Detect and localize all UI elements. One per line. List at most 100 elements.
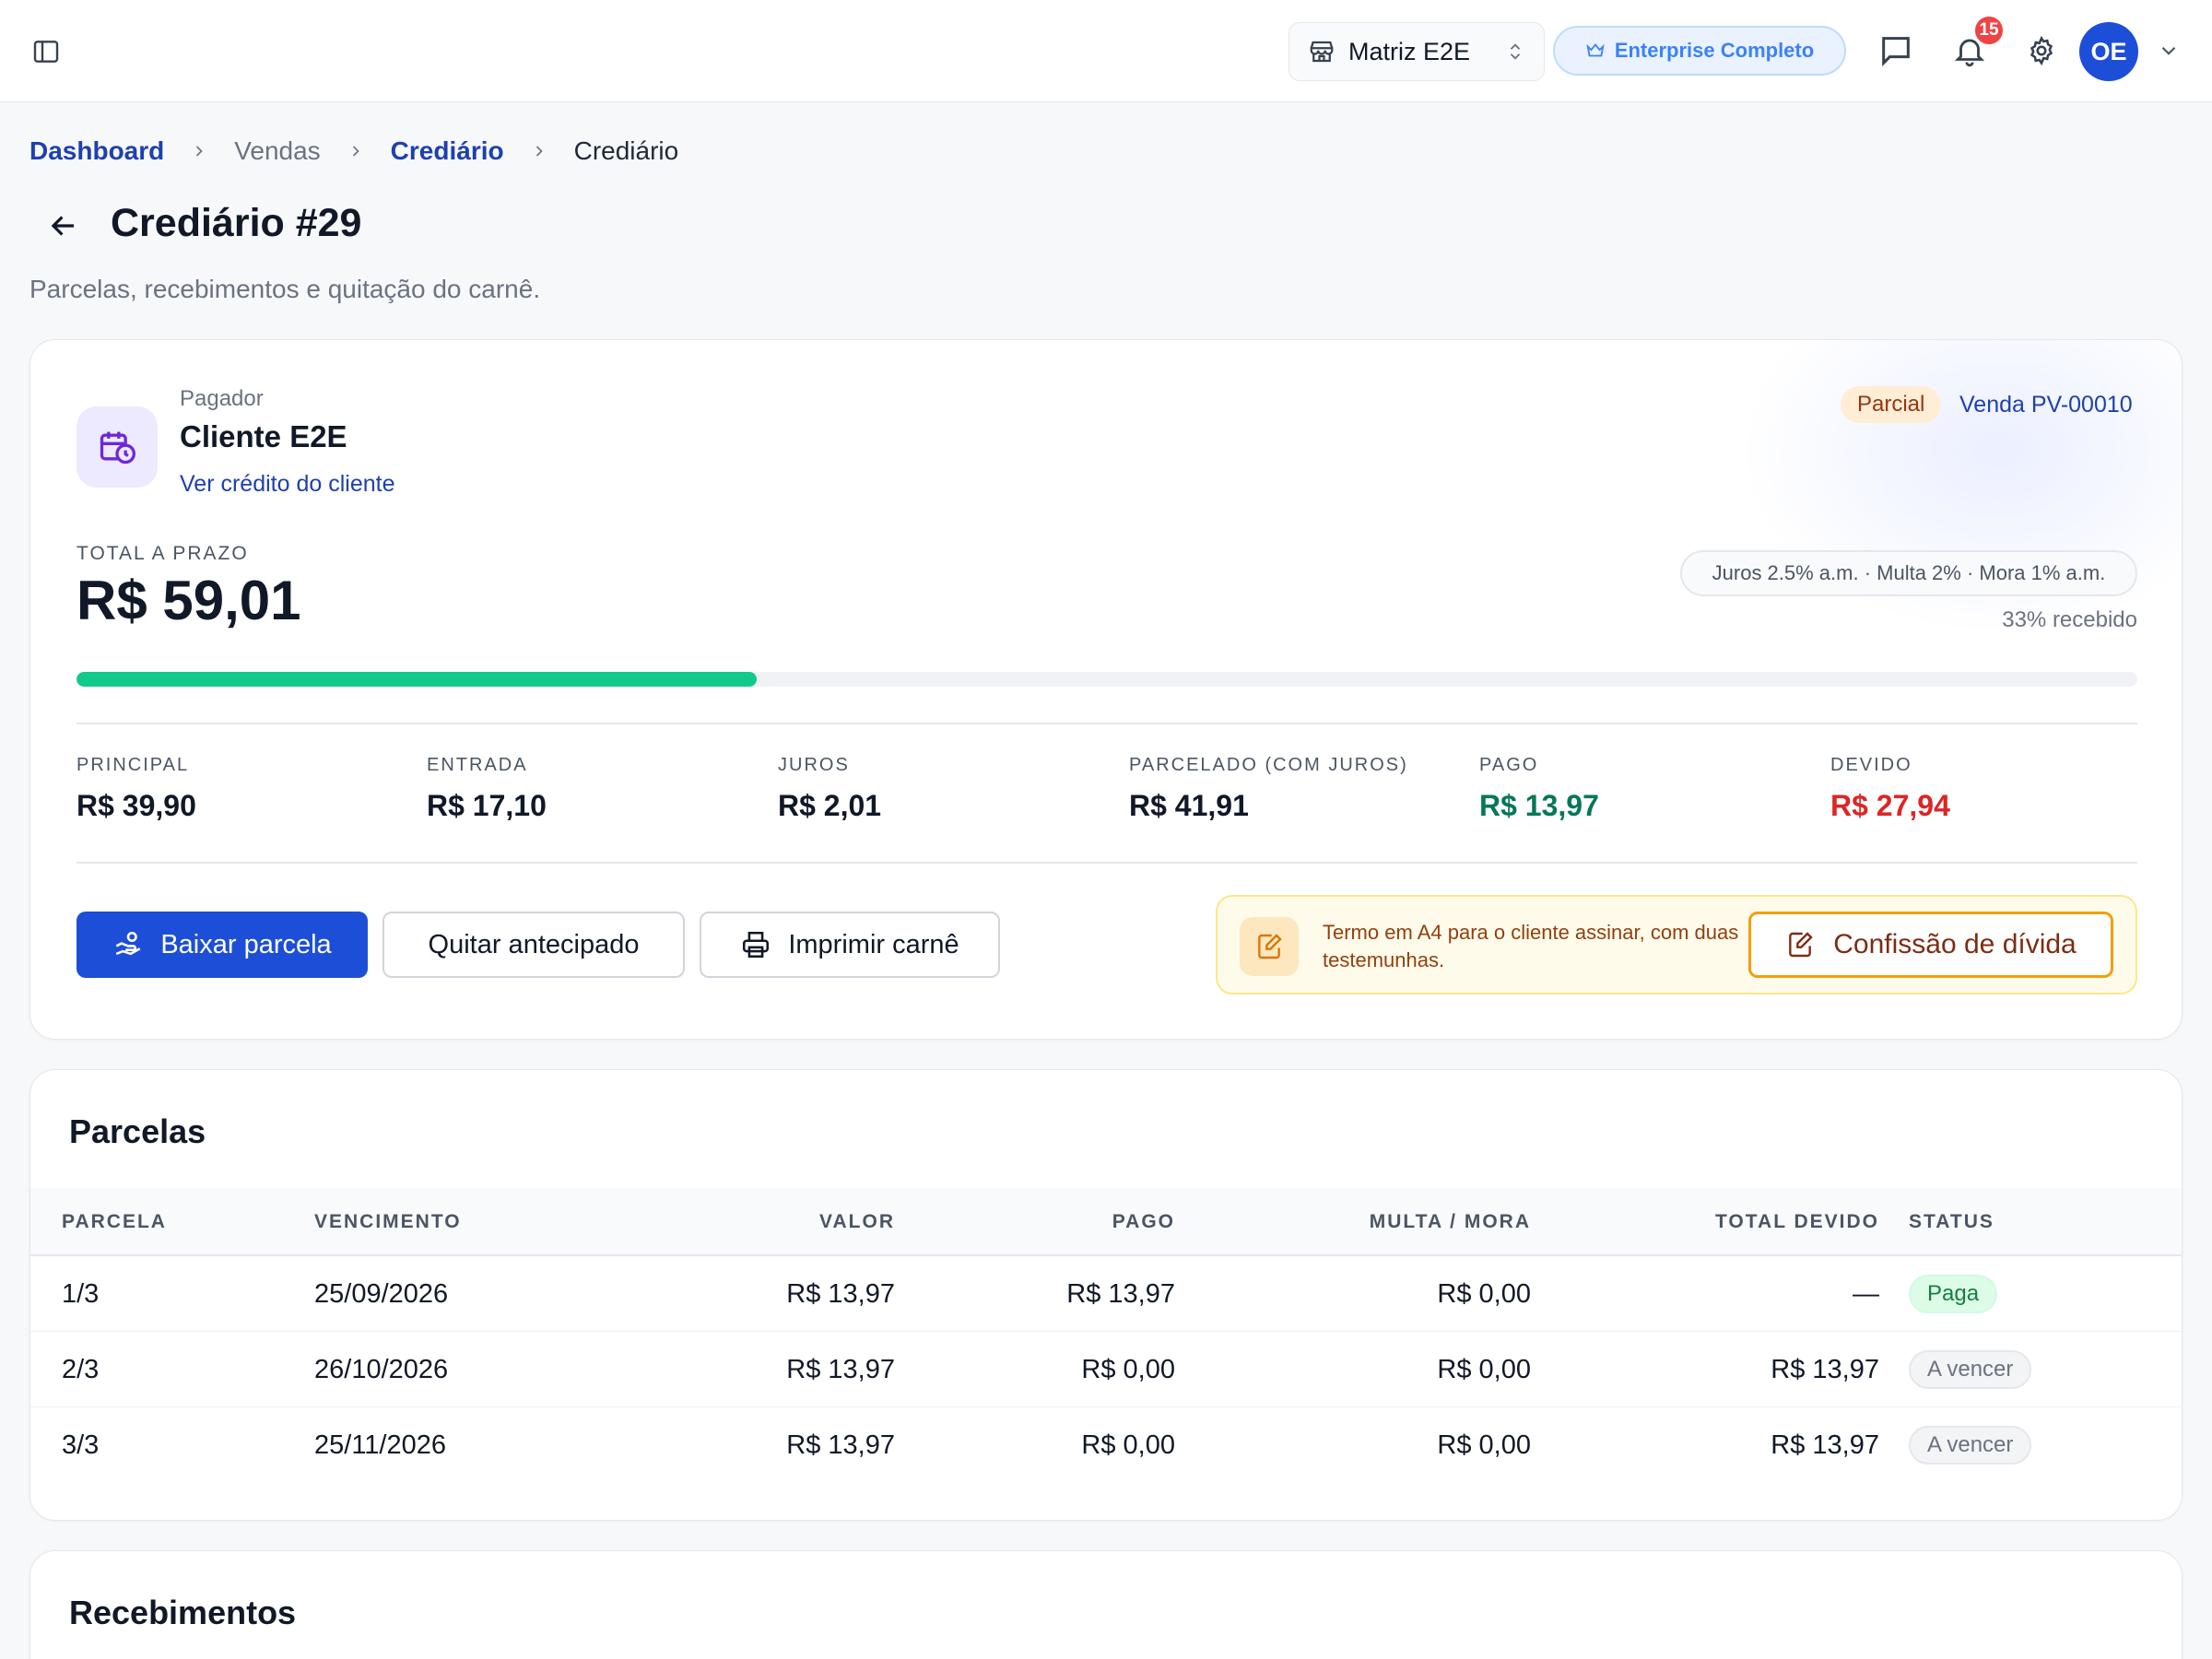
cell-valor: R$ 13,97 xyxy=(786,1354,895,1384)
stat-label: PRINCIPAL xyxy=(76,755,190,775)
cell-multa: R$ 0,00 xyxy=(1437,1278,1531,1309)
page-title: Crediário #29 xyxy=(111,201,362,245)
cell-parcela: 3/3 xyxy=(62,1430,100,1460)
cell-vencimento: 25/11/2026 xyxy=(314,1430,446,1460)
breadcrumb-current: Crediário xyxy=(573,136,679,165)
stat-value: R$ 17,10 xyxy=(427,789,547,822)
table-row[interactable]: 2/3 26/10/2026 R$ 13,97 R$ 0,00 R$ 0,00 … xyxy=(30,1332,2182,1407)
cell-status: A vencer xyxy=(1909,1407,2032,1483)
early-payoff-button[interactable]: Quitar antecipado xyxy=(382,912,685,978)
breadcrumb-dashboard[interactable]: Dashboard xyxy=(29,136,164,166)
gear-icon[interactable] xyxy=(2022,31,2061,70)
cell-total: R$ 13,97 xyxy=(1771,1430,1879,1460)
stat-label: PARCELADO (COM JUROS) xyxy=(1129,755,1408,775)
pay-installment-label: Baixar parcela xyxy=(160,929,332,959)
received-percentage: 33% recebido xyxy=(2002,607,2137,632)
stat-label: DEVIDO xyxy=(1830,755,1912,775)
stat-value: R$ 2,01 xyxy=(778,789,882,822)
installments-title: Parcelas xyxy=(69,1112,206,1150)
receipts-card: Recebimentos xyxy=(29,1550,2183,1659)
cell-vencimento: 25/09/2026 xyxy=(314,1278,449,1309)
store-selector[interactable]: Matriz E2E xyxy=(1288,22,1545,81)
print-booklet-button[interactable]: Imprimir carnê xyxy=(700,912,1000,978)
cell-parcela: 1/3 xyxy=(62,1278,100,1309)
table-row[interactable]: 1/3 25/09/2026 R$ 13,97 R$ 13,97 R$ 0,00… xyxy=(30,1256,2182,1332)
notification-count-badge: 15 xyxy=(1972,14,2006,47)
page-subtitle: Parcelas, recebimentos e quitação do car… xyxy=(29,275,541,303)
cell-pago: R$ 13,97 xyxy=(1066,1278,1175,1309)
stat-pago: PAGO R$ 13,97 xyxy=(1479,755,1599,823)
plan-label: Enterprise Completo xyxy=(1614,39,1815,62)
cell-parcela: 2/3 xyxy=(62,1354,100,1384)
crown-icon xyxy=(1585,41,1606,61)
arrow-left-icon[interactable] xyxy=(46,208,81,243)
chevron-right-icon xyxy=(347,142,365,160)
debt-description: Termo em A4 para o cliente assinar, com … xyxy=(1323,921,1739,971)
stat-value: R$ 39,90 xyxy=(76,789,196,822)
top-bar: Matriz E2E Enterprise Completo 15 OE xyxy=(0,0,2212,102)
cell-valor: R$ 13,97 xyxy=(786,1278,895,1309)
status-badge: Paga xyxy=(1909,1275,1998,1313)
status-badge: A vencer xyxy=(1909,1350,2032,1389)
stat-label: PAGO xyxy=(1479,755,1539,775)
store-name: Matriz E2E xyxy=(1348,37,1471,65)
printer-icon xyxy=(740,929,771,960)
stat-label: JUROS xyxy=(778,755,850,775)
column-header-multa: MULTA / MORA xyxy=(1369,1211,1531,1232)
divider xyxy=(76,862,2137,864)
avatar[interactable]: OE xyxy=(2079,22,2138,81)
cell-status: A vencer xyxy=(1909,1332,2032,1407)
table-row[interactable]: 3/3 25/11/2026 R$ 13,97 R$ 0,00 R$ 0,00 … xyxy=(30,1407,2182,1483)
plan-badge[interactable]: Enterprise Completo xyxy=(1553,26,1846,76)
status-badge: A vencer xyxy=(1909,1426,2032,1465)
stat-parcelado: PARCELADO (COM JUROS) R$ 41,91 xyxy=(1129,755,1408,823)
debt-confession-label: Confissão de dívida xyxy=(1833,929,2077,959)
chevron-right-icon xyxy=(530,142,548,160)
chevron-right-icon xyxy=(190,142,208,160)
summary-card: Pagador Cliente E2E Ver crédito do clien… xyxy=(29,339,2183,1040)
cell-multa: R$ 0,00 xyxy=(1437,1354,1531,1384)
receipts-title: Recebimentos xyxy=(69,1594,297,1631)
column-header-parcela: PARCELA xyxy=(62,1211,167,1232)
status-badge: Parcial xyxy=(1841,386,1942,423)
document-edit-icon xyxy=(1785,930,1815,959)
cell-vencimento: 26/10/2026 xyxy=(314,1354,449,1384)
total-value: R$ 59,01 xyxy=(76,570,301,631)
stat-juros: JUROS R$ 2,01 xyxy=(778,755,881,823)
debt-confession-button[interactable]: Confissão de dívida xyxy=(1748,912,2113,978)
divider xyxy=(76,723,2137,724)
table-header: PARCELA VENCIMENTO VALOR PAGO MULTA / MO… xyxy=(30,1188,2182,1256)
column-header-valor: VALOR xyxy=(819,1211,895,1232)
debt-confession-box: Termo em A4 para o cliente assinar, com … xyxy=(1216,895,2137,994)
chevron-down-icon[interactable] xyxy=(2157,39,2181,63)
rates-pill: Juros 2.5% a.m. · Multa 2% · Mora 1% a.m… xyxy=(1680,550,2137,596)
chat-icon[interactable] xyxy=(1877,31,1915,70)
view-customer-credit-link[interactable]: Ver crédito do cliente xyxy=(180,471,394,498)
column-header-vencimento: VENCIMENTO xyxy=(314,1211,462,1232)
hand-coins-icon xyxy=(112,929,144,960)
print-booklet-label: Imprimir carnê xyxy=(788,929,959,959)
cell-total: R$ 13,97 xyxy=(1771,1354,1879,1384)
stat-value: R$ 13,97 xyxy=(1479,789,1599,822)
cell-valor: R$ 13,97 xyxy=(786,1430,895,1460)
stat-entrada: ENTRADA R$ 17,10 xyxy=(427,755,547,823)
column-header-status: STATUS xyxy=(1909,1211,1994,1232)
payer-name: Cliente E2E xyxy=(180,419,347,453)
breadcrumb: Dashboard Vendas Crediário Crediário xyxy=(29,133,678,170)
stat-label: ENTRADA xyxy=(427,755,528,775)
stat-devido: DEVIDO R$ 27,94 xyxy=(1830,755,1950,823)
cell-pago: R$ 0,00 xyxy=(1081,1354,1175,1384)
calendar-clock-icon xyxy=(76,406,158,488)
installments-card: Parcelas PARCELA VENCIMENTO VALOR PAGO M… xyxy=(29,1069,2183,1521)
breadcrumb-crediario[interactable]: Crediário xyxy=(391,136,504,166)
sidebar-toggle-icon[interactable] xyxy=(31,37,61,66)
payment-progress-bar xyxy=(76,672,2137,687)
pay-installment-button[interactable]: Baixar parcela xyxy=(76,912,368,978)
column-header-total: TOTAL DEVIDO xyxy=(1714,1211,1879,1232)
document-edit-icon xyxy=(1240,917,1299,976)
cell-pago: R$ 0,00 xyxy=(1081,1430,1175,1460)
payer-label: Pagador xyxy=(180,386,264,411)
sale-link[interactable]: Venda PV-00010 xyxy=(1959,392,2133,418)
column-header-pago: PAGO xyxy=(1112,1211,1175,1232)
cell-status: Paga xyxy=(1909,1256,1998,1332)
